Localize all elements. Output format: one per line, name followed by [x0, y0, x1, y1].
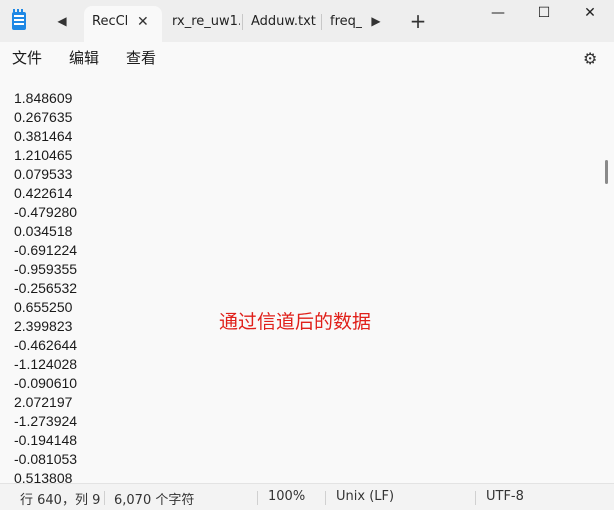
- text-line: 0.422614: [14, 185, 73, 201]
- text-line: -0.959355: [14, 261, 78, 277]
- scroll-tabs-right-button[interactable]: ▶: [364, 8, 388, 34]
- encoding[interactable]: UTF-8: [486, 489, 524, 504]
- vertical-scrollbar[interactable]: [605, 160, 608, 184]
- text-line: 2.399823: [14, 318, 73, 334]
- tab-label: rx_re_uw1.tx: [172, 14, 240, 29]
- text-line: 0.655250: [14, 299, 73, 315]
- text-line: -0.462644: [14, 337, 78, 353]
- minimize-button[interactable]: —: [478, 0, 518, 28]
- notepad-icon: [12, 9, 26, 30]
- text-line: -0.256532: [14, 280, 78, 296]
- status-divider: [475, 491, 476, 505]
- text-line: 1.848609: [14, 90, 73, 106]
- maximize-button[interactable]: ☐: [524, 0, 564, 28]
- menu-view[interactable]: 查看: [126, 47, 156, 68]
- status-divider: [325, 491, 326, 505]
- tab-label: RecCl: [92, 14, 129, 29]
- text-line: -0.194148: [14, 432, 78, 448]
- menu-file[interactable]: 文件: [12, 47, 42, 68]
- text-line: 1.210465: [14, 147, 73, 163]
- new-tab-button[interactable]: +: [406, 8, 430, 34]
- character-count: 6,070 个字符: [114, 493, 195, 508]
- text-line: -0.479280: [14, 204, 78, 220]
- tab-adduw[interactable]: Adduw.txt: [243, 6, 319, 42]
- text-line: -1.273924: [14, 413, 78, 429]
- tab-label: Adduw.txt: [251, 14, 316, 29]
- close-window-button[interactable]: ✕: [570, 0, 610, 28]
- status-divider: [104, 491, 105, 505]
- text-line: 2.072197: [14, 394, 73, 410]
- menu-edit[interactable]: 编辑: [69, 47, 99, 68]
- status-bar: 行 640，列 9 6,070 个字符 100% Unix (LF) UTF-8: [0, 483, 614, 510]
- tab-freq[interactable]: freq_: [322, 6, 362, 42]
- close-tab-icon[interactable]: ✕: [137, 6, 149, 38]
- text-line: -0.090610: [14, 375, 78, 391]
- text-line: 0.079533: [14, 166, 73, 182]
- title-bar: ◀ RecCl ✕ rx_re_uw1.tx Adduw.txt freq_ ▶…: [0, 0, 614, 42]
- text-line: -0.081053: [14, 451, 78, 467]
- text-line: 0.034518: [14, 223, 73, 239]
- tab-label: freq_: [330, 14, 362, 29]
- text-line: 0.381464: [14, 128, 73, 144]
- line-ending[interactable]: Unix (LF): [336, 489, 394, 504]
- status-divider: [257, 491, 258, 505]
- zoom-level[interactable]: 100%: [268, 489, 305, 504]
- text-line: -0.691224: [14, 242, 78, 258]
- tab-rx-re-uw1[interactable]: rx_re_uw1.tx: [164, 6, 240, 42]
- text-lines: 1.848609 0.267635 0.381464 1.210465 0.079533…: [14, 89, 77, 488]
- text-editor[interactable]: 1.848609 0.267635 0.381464 1.210465 0.079533…: [0, 72, 614, 486]
- gear-icon[interactable]: ⚙: [583, 49, 597, 68]
- annotation-label: 通过信道后的数据: [219, 311, 372, 333]
- text-line: 0.267635: [14, 109, 73, 125]
- tab-active[interactable]: RecCl ✕: [84, 6, 162, 42]
- menu-bar: 文件 编辑 查看 ⚙: [0, 42, 614, 72]
- text-line: -1.124028: [14, 356, 78, 372]
- cursor-position[interactable]: 行 640，列 9: [20, 489, 100, 508]
- scroll-tabs-left-button[interactable]: ◀: [50, 8, 74, 34]
